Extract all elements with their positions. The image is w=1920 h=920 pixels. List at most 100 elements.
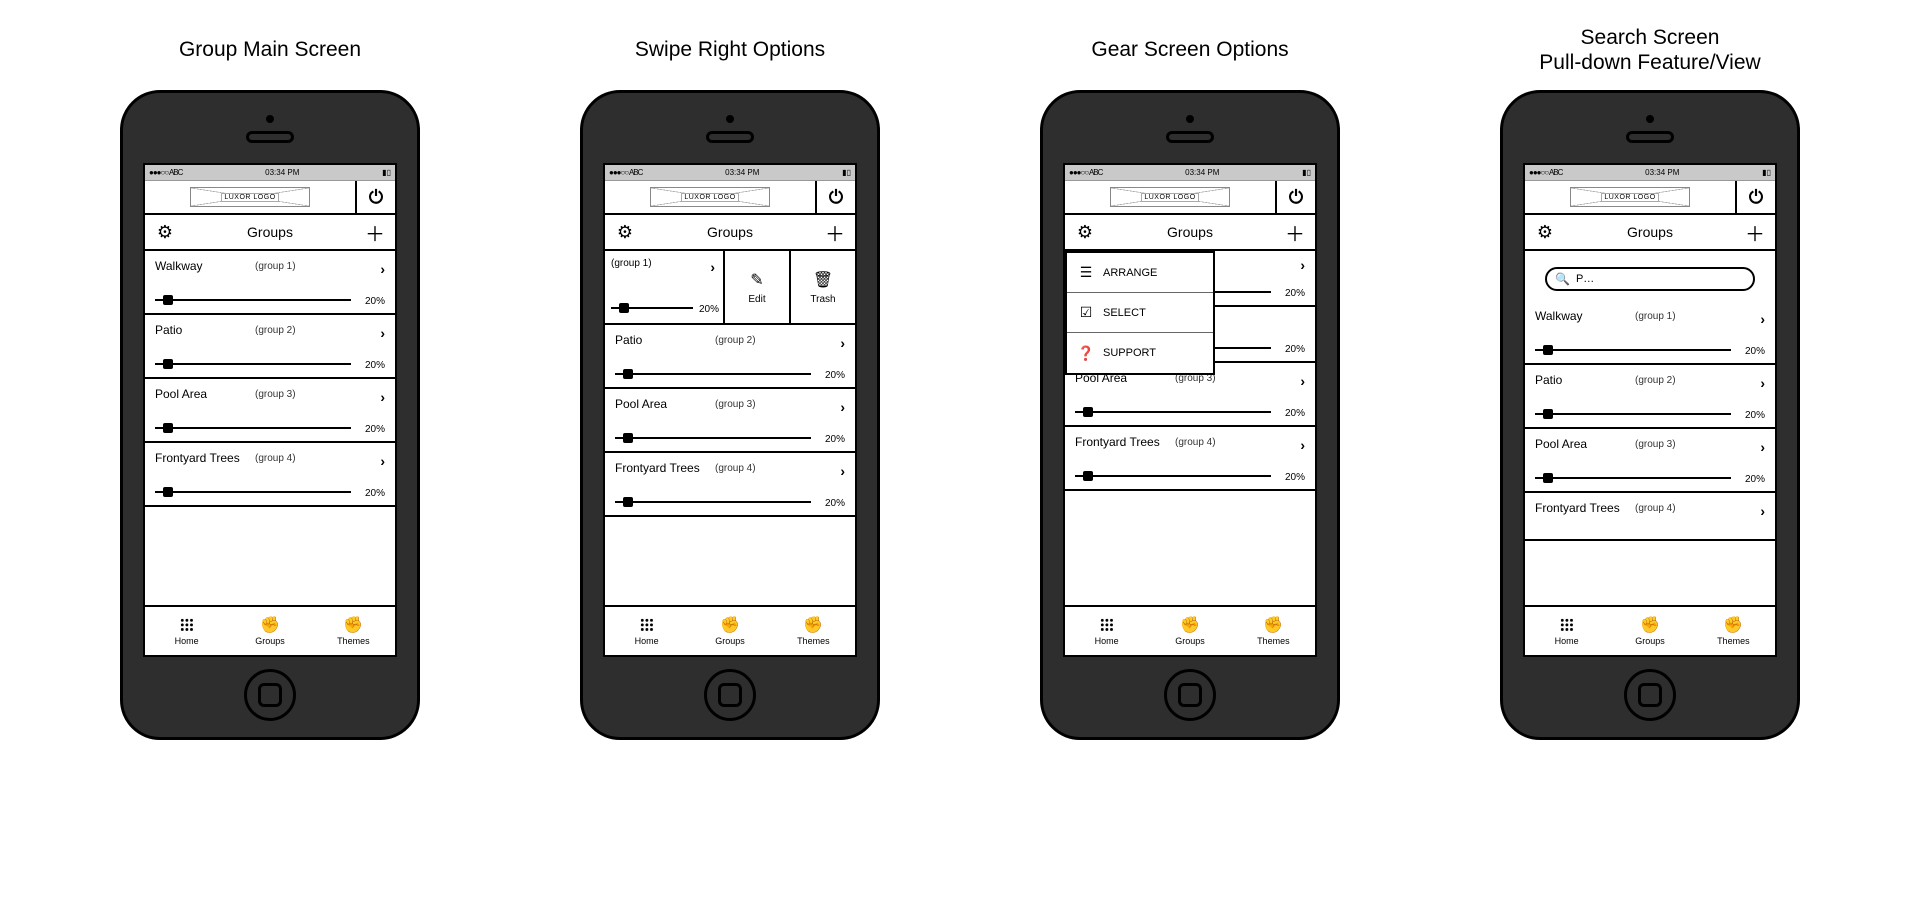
earpiece: [1626, 131, 1674, 143]
gear-icon[interactable]: ⚙: [1065, 222, 1105, 243]
screen-title: Group Main Screen: [179, 20, 361, 80]
brightness-slider[interactable]: [155, 427, 351, 429]
list-item[interactable]: Frontyard Trees (group 4) › 20%: [605, 453, 855, 517]
tab-groups[interactable]: ✊Groups: [688, 607, 771, 655]
brightness-value: 20%: [699, 304, 719, 315]
chevron-right-icon[interactable]: ›: [1760, 503, 1765, 519]
chevron-right-icon[interactable]: ›: [380, 261, 385, 277]
list-item[interactable]: Frontyard Trees (group 4) › 20%: [145, 443, 395, 507]
search-input[interactable]: 🔍 P…: [1545, 267, 1755, 291]
group-subtitle: (group 2): [715, 335, 756, 346]
chevron-right-icon[interactable]: ›: [1300, 437, 1305, 453]
battery-icon: ▮▯: [1302, 168, 1311, 177]
tab-bar: Home ✊Groups ✊Themes: [1065, 605, 1315, 655]
brightness-slider[interactable]: [1535, 349, 1731, 351]
chevron-right-icon[interactable]: ›: [1760, 439, 1765, 455]
tab-bar: Home ✊Groups ✊Themes: [1525, 605, 1775, 655]
phone-frame: ●●●○○ ABC 03:34 PM ▮▯ LUXOR LOGO ⏻ ⚙ Gro…: [580, 90, 880, 740]
chevron-right-icon[interactable]: ›: [380, 325, 385, 341]
search-area: 🔍 P…: [1525, 251, 1775, 301]
gear-menu-support[interactable]: ❓ SUPPORT: [1067, 333, 1213, 373]
tab-home[interactable]: Home: [1065, 607, 1148, 655]
list-item-collapsed[interactable]: (group 1) › 20%: [605, 251, 725, 323]
group-list: 🔍 P… Walkway (group 1) › 20% Patio (grou…: [1525, 251, 1775, 605]
groups-icon: ✊: [1180, 616, 1200, 634]
brightness-slider[interactable]: [155, 491, 351, 493]
trash-button[interactable]: 🗑 Trash: [791, 251, 855, 323]
tab-themes[interactable]: ✊Themes: [1232, 607, 1315, 655]
brightness-slider[interactable]: [615, 437, 811, 439]
power-button[interactable]: ⏻: [1735, 181, 1775, 213]
power-button[interactable]: ⏻: [815, 181, 855, 213]
group-name: Patio: [615, 333, 642, 347]
gear-menu-select[interactable]: ☑ SELECT: [1067, 293, 1213, 333]
brightness-slider[interactable]: [1075, 411, 1271, 413]
chevron-right-icon[interactable]: ›: [710, 259, 715, 275]
list-item[interactable]: Patio (group 2) › 20%: [1525, 365, 1775, 429]
chevron-right-icon[interactable]: ›: [380, 453, 385, 469]
group-subtitle: (group 1): [255, 261, 296, 272]
chevron-right-icon[interactable]: ›: [1300, 373, 1305, 389]
brightness-slider[interactable]: [1075, 475, 1271, 477]
brightness-slider[interactable]: [155, 299, 351, 301]
add-button[interactable]: ＋: [815, 218, 855, 247]
gear-menu-arrange[interactable]: ☰ ARRANGE: [1067, 253, 1213, 293]
carrier-label: ●●●○○ ABC: [1529, 168, 1562, 177]
home-button[interactable]: [704, 669, 756, 721]
brightness-slider[interactable]: [1535, 477, 1731, 479]
tab-themes[interactable]: ✊Themes: [1692, 607, 1775, 655]
list-item[interactable]: Frontyard Trees (group 4) ›: [1525, 493, 1775, 541]
brightness-slider[interactable]: [1535, 413, 1731, 415]
chevron-right-icon[interactable]: ›: [1760, 375, 1765, 391]
add-button[interactable]: ＋: [1735, 218, 1775, 247]
home-button[interactable]: [1164, 669, 1216, 721]
tab-themes[interactable]: ✊Themes: [312, 607, 395, 655]
chevron-right-icon[interactable]: ›: [840, 399, 845, 415]
list-item[interactable]: Frontyard Trees (group 4) › 20%: [1065, 427, 1315, 491]
list-item[interactable]: Pool Area (group 3) › 20%: [1525, 429, 1775, 493]
gear-icon[interactable]: ⚙: [1525, 222, 1565, 243]
power-button[interactable]: ⏻: [355, 181, 395, 213]
group-name: Walkway: [1535, 309, 1583, 323]
list-item-swiped[interactable]: (group 1) › 20% ✎ Edit 🗑 Trash: [605, 251, 855, 325]
tab-groups[interactable]: ✊Groups: [1148, 607, 1231, 655]
list-item[interactable]: Pool Area (group 3) › 20%: [145, 379, 395, 443]
chevron-right-icon[interactable]: ›: [1760, 311, 1765, 327]
edit-button[interactable]: ✎ Edit: [725, 251, 791, 323]
gear-icon[interactable]: ⚙: [605, 222, 645, 243]
tab-themes[interactable]: ✊Themes: [772, 607, 855, 655]
list-item[interactable]: Walkway (group 1) › 20%: [145, 251, 395, 315]
clock-label: 03:34 PM: [725, 168, 759, 177]
home-button[interactable]: [244, 669, 296, 721]
chevron-right-icon[interactable]: ›: [380, 389, 385, 405]
power-button[interactable]: ⏻: [1275, 181, 1315, 213]
tab-home[interactable]: Home: [1525, 607, 1608, 655]
tab-home[interactable]: Home: [605, 607, 688, 655]
gear-icon[interactable]: ⚙: [145, 222, 185, 243]
tab-label: Home: [1095, 636, 1119, 646]
brightness-slider[interactable]: [615, 373, 811, 375]
add-button[interactable]: ＋: [1275, 218, 1315, 247]
chevron-right-icon[interactable]: ›: [840, 463, 845, 479]
brightness-slider[interactable]: [155, 363, 351, 365]
brightness-slider[interactable]: [611, 307, 693, 309]
list-item[interactable]: Patio (group 2) › 20%: [605, 325, 855, 389]
list-item[interactable]: Patio (group 2) › 20%: [145, 315, 395, 379]
chevron-right-icon[interactable]: ›: [1300, 257, 1305, 273]
status-bar: ●●●○○ ABC 03:34 PM ▮▯: [605, 165, 855, 181]
themes-icon: ✊: [343, 616, 363, 634]
chevron-right-icon[interactable]: ›: [840, 335, 845, 351]
logo-image: LUXOR LOGO: [1570, 187, 1690, 207]
brightness-slider[interactable]: [615, 501, 811, 503]
phone-frame: ●●●○○ ABC 03:34 PM ▮▯ LUXOR LOGO ⏻ ⚙ Gro…: [1040, 90, 1340, 740]
tab-groups[interactable]: ✊Groups: [228, 607, 311, 655]
tab-groups[interactable]: ✊Groups: [1608, 607, 1691, 655]
list-item[interactable]: Pool Area (group 3) › 20%: [605, 389, 855, 453]
menu-label: ARRANGE: [1103, 267, 1157, 279]
tab-home[interactable]: Home: [145, 607, 228, 655]
list-item[interactable]: Walkway (group 1) › 20%: [1525, 301, 1775, 365]
home-button[interactable]: [1624, 669, 1676, 721]
section-bar: ⚙ Groups ＋: [1525, 215, 1775, 251]
add-button[interactable]: ＋: [355, 218, 395, 247]
brightness-value: 20%: [1285, 344, 1305, 355]
